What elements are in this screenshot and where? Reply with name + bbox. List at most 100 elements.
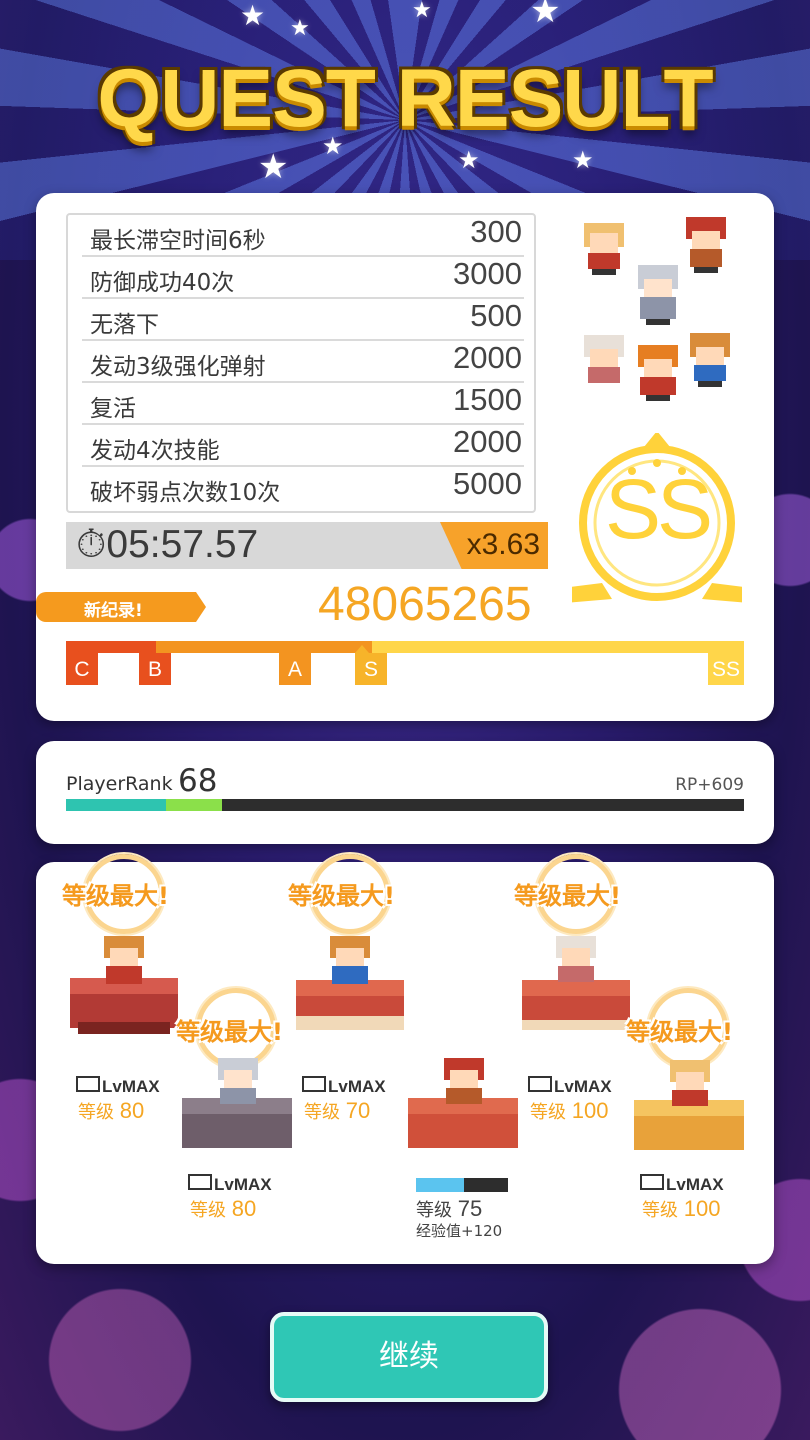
level-max-label: 等级最大! xyxy=(626,1018,733,1046)
grade-label: SS xyxy=(604,462,713,556)
level-value: 100 xyxy=(683,1196,721,1221)
new-record-badge: 新纪录! xyxy=(36,592,206,622)
character-sprite xyxy=(638,345,678,401)
mission-row: 破坏弱点次数10次 5000 xyxy=(82,466,524,507)
exp-bar-fill xyxy=(416,1178,464,1192)
lvmax-box-icon xyxy=(640,1174,664,1190)
level-max-label: 等级最大! xyxy=(62,882,169,910)
mission-value: 500 xyxy=(470,298,522,333)
level-value: 80 xyxy=(119,1098,145,1123)
character-level: 等级 75 xyxy=(416,1196,482,1222)
star-icon: ★ xyxy=(412,0,432,23)
lvmax-box-icon xyxy=(76,1076,100,1092)
page-title: QUEST RESULT xyxy=(97,53,713,144)
character-level: 等级 80 xyxy=(190,1196,256,1222)
character-on-pedestal xyxy=(182,1058,292,1148)
lvmax-badge: LvMAX xyxy=(302,1076,386,1097)
mission-label: 防御成功40次 xyxy=(90,270,235,296)
level-value: 80 xyxy=(231,1196,257,1221)
mission-value: 5000 xyxy=(453,466,522,501)
rank-exp-fill xyxy=(66,799,166,811)
mission-row: 发动4次技能 2000 xyxy=(82,424,524,467)
rank-marker-s: S xyxy=(355,645,387,685)
level-label: 等级 xyxy=(416,1200,452,1221)
level-value: 75 xyxy=(457,1196,483,1221)
multiplier-value: x3.63 xyxy=(466,528,540,561)
mission-label: 最长滞空时间6秒 xyxy=(90,228,266,254)
new-record-label: 新纪录! xyxy=(84,601,143,621)
mission-value: 300 xyxy=(470,214,522,249)
character-sprite xyxy=(584,223,624,275)
character-on-pedestal xyxy=(296,936,404,1030)
player-rank-label: PlayerRank xyxy=(66,773,173,795)
lvmax-box-icon xyxy=(302,1076,326,1092)
party-panel: 等级最大! LvMAX 等级 80 等级最大! LvMAX 等级 80 等级最大… xyxy=(36,854,774,1264)
mission-row: 发动3级强化弹射 2000 xyxy=(82,340,524,383)
level-label: 等级 xyxy=(190,1200,226,1221)
star-icon: ★ xyxy=(258,147,289,187)
rank-marker-label: B xyxy=(147,658,162,681)
character-level: 等级 80 xyxy=(78,1098,144,1124)
rank-progress-fill xyxy=(156,641,372,653)
lvmax-badge: LvMAX xyxy=(76,1076,160,1097)
character-sprite xyxy=(690,333,730,387)
lvmax-badge: LvMAX xyxy=(188,1174,272,1195)
rank-marker-c: C xyxy=(66,645,98,685)
character-on-pedestal xyxy=(634,1060,744,1150)
mission-list: 最长滞空时间6秒 300 防御成功40次 3000 无落下 500 发动3级强化… xyxy=(66,213,536,513)
level-label: 等级 xyxy=(78,1102,114,1123)
lvmax-label: LvMAX xyxy=(554,1077,612,1096)
star-icon: ★ xyxy=(530,0,561,31)
level-max-label: 等级最大! xyxy=(514,882,621,910)
rank-marker-ss: SS xyxy=(708,645,744,685)
rank-marker-label: S xyxy=(363,658,378,681)
rank-marker-label: C xyxy=(74,658,90,681)
party-sprites xyxy=(584,217,730,401)
lvmax-label: LvMAX xyxy=(102,1077,160,1096)
rank-marker-label: A xyxy=(287,658,302,681)
star-icon: ★ xyxy=(572,146,594,174)
level-max-label: 等级最大! xyxy=(176,1018,283,1046)
lvmax-label: LvMAX xyxy=(328,1077,386,1096)
star-icon: ★ xyxy=(290,16,310,41)
clear-time-value: 05:57.57 xyxy=(106,523,259,566)
character-level: 等级 100 xyxy=(642,1196,720,1222)
mission-row: 最长滞空时间6秒 300 xyxy=(82,214,524,257)
grade-emblem: SS xyxy=(572,433,742,603)
mission-label: 发动3级强化弹射 xyxy=(90,354,266,380)
rank-points-gained: RP+609 xyxy=(675,775,744,795)
rank-marker-b: B xyxy=(139,645,171,685)
lvmax-box-icon xyxy=(528,1076,552,1092)
lvmax-badge: LvMAX xyxy=(640,1174,724,1195)
character-sprite xyxy=(638,265,678,325)
star-icon: ★ xyxy=(458,146,480,174)
level-value: 70 xyxy=(345,1098,371,1123)
character-level: 等级 100 xyxy=(530,1098,608,1124)
mission-row: 复活 1500 xyxy=(82,382,524,425)
character-on-pedestal xyxy=(70,936,178,1034)
mission-label: 复活 xyxy=(90,396,136,422)
rank-exp-gain-fill xyxy=(166,799,222,811)
level-label: 等级 xyxy=(304,1102,340,1123)
mission-row: 无落下 500 xyxy=(82,298,524,341)
mission-value: 2000 xyxy=(453,424,522,459)
player-rank-panel: PlayerRank 68 RP+609 xyxy=(36,741,774,844)
level-label: 等级 xyxy=(530,1102,566,1123)
lvmax-badge: LvMAX xyxy=(528,1076,612,1097)
mission-row: 防御成功40次 3000 xyxy=(82,256,524,299)
lvmax-label: LvMAX xyxy=(666,1175,724,1194)
rank-marker-a: A xyxy=(279,645,311,685)
mission-label: 发动4次技能 xyxy=(90,438,220,464)
character-on-pedestal xyxy=(408,1058,518,1148)
level-label: 等级 xyxy=(642,1200,678,1221)
total-score: 48065265 xyxy=(318,578,532,631)
continue-button[interactable]: 继续 xyxy=(270,1312,548,1402)
level-value: 100 xyxy=(571,1098,609,1123)
mission-value: 1500 xyxy=(453,382,522,417)
lvmax-box-icon xyxy=(188,1174,212,1190)
character-on-pedestal xyxy=(522,936,630,1030)
character-sprite xyxy=(686,217,726,273)
mission-value: 3000 xyxy=(453,256,522,291)
mission-label: 无落下 xyxy=(90,312,159,338)
star-icon: ★ xyxy=(240,0,266,32)
